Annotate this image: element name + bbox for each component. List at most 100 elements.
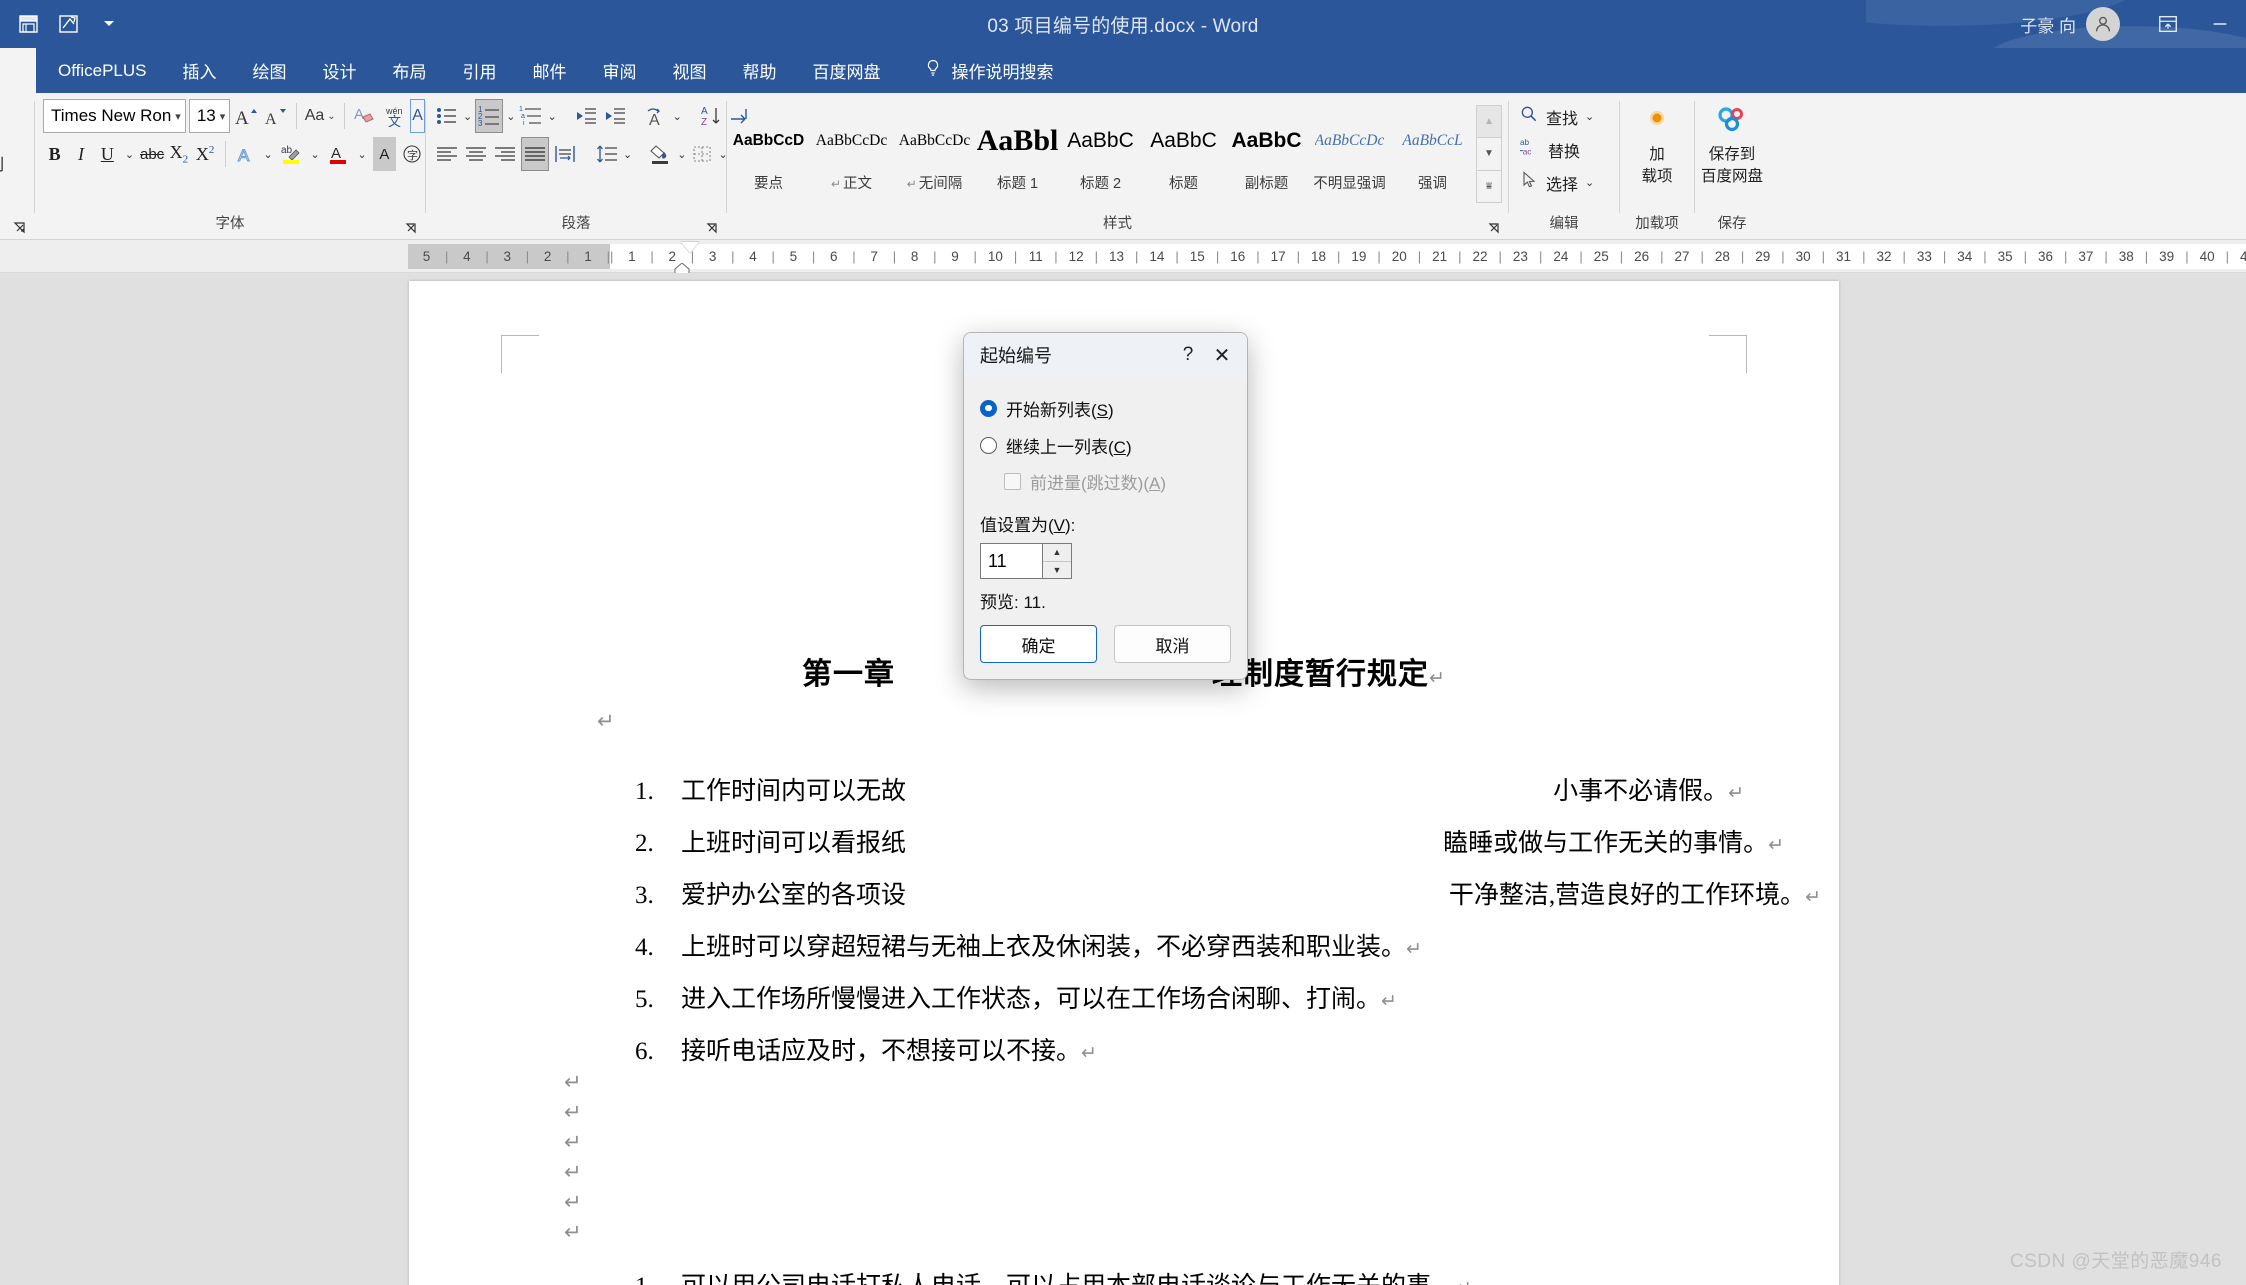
stepper-down-icon[interactable]: ▼ (1043, 562, 1071, 579)
shrink-font-icon[interactable]: A (262, 99, 288, 133)
list-item-tail[interactable]: 瞌睡或做与工作无关的事情。 ↵ (409, 823, 1839, 859)
highlight-chevron-down-icon[interactable]: ⌄ (308, 148, 323, 161)
tab-mailings[interactable]: 邮件 (515, 48, 585, 93)
avatar[interactable] (2086, 7, 2120, 41)
radio-continue-previous-list[interactable]: 继续上一列表(C) (980, 428, 1231, 462)
tab-references[interactable]: 引用 (445, 48, 515, 93)
minimize-icon[interactable] (2194, 0, 2246, 48)
shading-icon[interactable] (648, 137, 674, 171)
style-item-title[interactable]: AaBbC 标题 (1142, 99, 1225, 203)
numbering-icon[interactable]: 123 (475, 99, 504, 133)
hanging-indent-marker[interactable] (673, 262, 691, 275)
user-name[interactable]: 子豪 向 (2020, 12, 2076, 37)
help-icon[interactable]: ? (1171, 338, 1205, 372)
ribbon-display-options-icon[interactable] (2142, 0, 2194, 48)
multilevel-list-icon[interactable]: 1ai (518, 99, 544, 133)
save-icon[interactable] (10, 5, 48, 43)
text-effects-chevron-down-icon[interactable]: ⌄ (261, 148, 276, 161)
multilevel-chevron-down-icon[interactable]: ⌄ (547, 110, 556, 123)
borders-icon[interactable] (689, 137, 715, 171)
line-spacing-icon[interactable] (594, 137, 620, 171)
bullets-chevron-down-icon[interactable]: ⌄ (463, 110, 472, 123)
cancel-button[interactable]: 取消 (1114, 625, 1231, 663)
save-to-baidu-button[interactable]: 保存到 百度网盘 (1695, 99, 1769, 188)
value-input[interactable]: 11 (980, 543, 1042, 579)
subscript-icon[interactable]: X2 (167, 137, 190, 171)
select-chevron-down-icon[interactable]: ⌄ (1585, 176, 1594, 189)
character-border-icon[interactable]: A (410, 99, 425, 133)
radio-start-new-list[interactable]: 开始新列表(S) (980, 391, 1231, 425)
strikethrough-icon[interactable]: abc (140, 137, 164, 171)
tab-layout[interactable]: 布局 (375, 48, 445, 93)
align-right-icon[interactable] (492, 137, 518, 171)
enclose-characters-icon[interactable]: 字 (399, 137, 425, 171)
find-button[interactable]: 查找 ⌄ (1519, 101, 1594, 132)
list-item[interactable]: 4. 上班时可以穿超短裙与无袖上衣及休闲装，不必穿西装和职业装。 ↵ (635, 927, 1422, 963)
tab-insert[interactable]: 插入 (165, 48, 235, 93)
value-stepper-buttons[interactable]: ▲ ▼ (1042, 543, 1072, 579)
radio-start-new-list-indicator[interactable] (980, 399, 997, 417)
asian-layout-icon[interactable]: A (644, 99, 670, 133)
numbering-chevron-down-icon[interactable]: ⌄ (506, 110, 515, 123)
list-item[interactable]: 1. 可以用公司电话打私人电话，可以占用本部电话谈论与工作无关的事。↵ (635, 1266, 1472, 1285)
tab-draw[interactable]: 绘图 (235, 48, 305, 93)
ok-button[interactable]: 确定 (980, 625, 1097, 663)
find-chevron-down-icon[interactable]: ⌄ (1585, 110, 1594, 123)
underline-chevron-down-icon[interactable]: ⌄ (122, 148, 137, 161)
style-item-heading2[interactable]: AaBbC 标题 2 (1059, 99, 1142, 203)
styles-scroll-down-icon[interactable]: ▼ (1477, 138, 1501, 171)
font-dialog-launcher[interactable] (403, 220, 419, 236)
superscript-icon[interactable]: X2 (194, 137, 217, 171)
tab-officeplus[interactable]: OfficePLUS (36, 48, 165, 93)
style-item-wujiange[interactable]: AaBbCcDc ↵ 无间隔 (893, 99, 976, 203)
bullets-icon[interactable] (434, 99, 460, 133)
font-name-combo[interactable]: Times New Ron ▾ (43, 99, 186, 133)
grow-font-icon[interactable]: A (233, 99, 259, 133)
close-icon[interactable]: ✕ (1205, 338, 1239, 372)
select-button[interactable]: 选择 ⌄ (1519, 167, 1594, 198)
tab-view[interactable]: 视图 (655, 48, 725, 93)
style-item-heading1[interactable]: AaBbl 标题 1 (976, 99, 1059, 203)
sort-icon[interactable]: AZ (698, 99, 724, 133)
font-size-combo[interactable]: 13 ▾ (188, 99, 231, 133)
styles-scroll-up-icon[interactable]: ▲ (1477, 106, 1501, 139)
horizontal-ruler[interactable]: 5 | 4 | 3 | 2 | 1 | | 1 | 2 | 3 | 4 | 5 | 6 | 7 | 8 | 9 | 10 | 11 |… (0, 240, 2246, 275)
format-painter-label[interactable]: 刷 (0, 151, 4, 175)
shading-chevron-down-icon[interactable]: ⌄ (677, 148, 686, 161)
decrease-indent-icon[interactable] (573, 99, 599, 133)
align-left-icon[interactable] (434, 137, 460, 171)
value-stepper[interactable]: 11 ▲ ▼ (980, 543, 1072, 579)
first-line-indent-marker[interactable] (681, 242, 699, 253)
styles-scrollbar[interactable]: ▲ ▼ ⩸ (1476, 105, 1502, 203)
phonetic-guide-icon[interactable]: wén 文 (381, 99, 407, 133)
change-case-icon[interactable]: Aa ⌄ (305, 99, 336, 133)
styles-dialog-launcher[interactable] (1486, 220, 1502, 236)
tab-review[interactable]: 审阅 (585, 48, 655, 93)
style-item-emphasis[interactable]: AaBbCcL 强调 (1391, 99, 1474, 203)
style-item-yaodian[interactable]: AaBbCcD 要点 (727, 99, 810, 203)
set-numbering-value-dialog[interactable]: 起始编号 ? ✕ 开始新列表(S) 继续上一列表(C) 前进量(跳过数)(A) … (963, 332, 1248, 680)
distributed-icon[interactable] (552, 137, 578, 171)
style-item-subtle-emphasis[interactable]: AaBbCcDc 不明显强调 (1308, 99, 1391, 203)
justify-icon[interactable] (521, 137, 549, 171)
tab-file[interactable] (0, 48, 36, 93)
underline-icon[interactable]: U (96, 137, 119, 171)
list-item[interactable]: 6. 接听电话应及时，不想接可以不接。 ↵ (635, 1031, 1097, 1067)
text-effects-icon[interactable]: A (234, 137, 258, 171)
increase-indent-icon[interactable] (602, 99, 628, 133)
list-item-tail[interactable]: 小事不必请假。 ↵ (409, 771, 1839, 807)
italic-icon[interactable]: I (69, 137, 92, 171)
tab-design[interactable]: 设计 (305, 48, 375, 93)
replace-button[interactable]: ab ac 替换 (1519, 134, 1594, 165)
font-color-chevron-down-icon[interactable]: ⌄ (355, 148, 370, 161)
asian-layout-chevron-down-icon[interactable]: ⌄ (673, 110, 682, 123)
style-item-subtitle[interactable]: AaBbC 副标题 (1225, 99, 1308, 203)
list-item[interactable]: 5. 进入工作场所慢慢进入工作状态，可以在工作场合闲聊、打闹。 ↵ (635, 979, 1397, 1015)
tab-baidu-netdisk[interactable]: 百度网盘 (795, 48, 899, 93)
bold-icon[interactable]: B (43, 137, 66, 171)
customize-qat-icon[interactable] (90, 5, 128, 43)
clear-formatting-icon[interactable]: A (352, 99, 378, 133)
font-color-icon[interactable]: A (326, 137, 352, 171)
styles-more-icon[interactable]: ⩸ (1477, 171, 1501, 202)
align-center-icon[interactable] (463, 137, 489, 171)
